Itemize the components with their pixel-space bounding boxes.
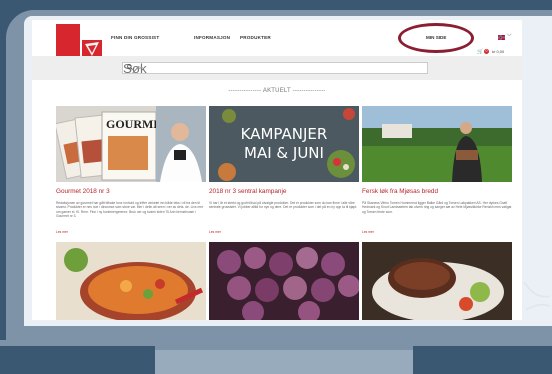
campaign-months: MAI & JUNI	[244, 144, 324, 162]
roasted-vegetables-image	[56, 242, 206, 320]
top-navbar: SPAR GROSSIST FINN DIN GROSSIST INFORMAS…	[32, 20, 522, 58]
chevron-down-icon[interactable]: ⌵	[507, 32, 512, 39]
section-title: --------------- AKTUELT ---------------	[228, 88, 326, 94]
food-image-steak[interactable]	[362, 242, 512, 320]
search-icon	[127, 64, 133, 70]
nav-products[interactable]: PRODUKTER	[240, 35, 271, 40]
food-image-onions[interactable]	[209, 242, 359, 320]
steak-plate-image	[362, 242, 512, 320]
read-more-link[interactable]: Les mer	[362, 230, 374, 234]
norway-flag-icon[interactable]	[498, 35, 505, 40]
nav-information[interactable]: INFORMASJON	[194, 35, 230, 40]
card-excerpt: På Skaness Vifmo Tomen Hummerud ligger B…	[362, 201, 512, 214]
read-more-link[interactable]: Les mer	[56, 230, 68, 234]
search-placeholder: Søk	[136, 65, 144, 70]
browser-screen: SPAR GROSSIST FINN DIN GROSSIST INFORMAS…	[32, 20, 522, 320]
card-excerpt: Redaksjonen av gourmet har gått tilbake …	[56, 201, 204, 219]
farmer-onion-image	[362, 106, 512, 182]
card-image-onion[interactable]	[362, 106, 512, 182]
search-input[interactable]	[122, 62, 428, 74]
logo-line2: GROSSIST	[81, 33, 100, 37]
campaign-image: KAMPANJER MAI & JUNI	[209, 106, 359, 182]
card-image-gourmet[interactable]: GOURMET	[56, 106, 206, 182]
card-title[interactable]: Gourmet 2018 nr 3	[56, 188, 110, 195]
my-page-link[interactable]: MIN SIDE	[426, 35, 446, 40]
read-more-link[interactable]: Les mer	[209, 230, 221, 234]
card-image-campaign[interactable]: KAMPANJER MAI & JUNI	[209, 106, 359, 182]
card-title[interactable]: Fersk løk fra Mjøsas bredd	[362, 188, 438, 195]
campaign-headline: KAMPANJER	[241, 125, 328, 143]
monitor-stand	[155, 346, 413, 374]
cart-count-badge: 0	[484, 49, 489, 54]
food-image-vegetables[interactable]	[56, 242, 206, 320]
decorative-curve-icon	[523, 281, 551, 311]
cart-total[interactable]: kr 0,00	[492, 49, 504, 54]
card-title[interactable]: 2018 nr 3 sentral kampanje	[209, 188, 286, 195]
gourmet-magazines-image: GOURMET	[56, 106, 206, 182]
card-excerpt: Vi har i år et sterkt og godt tilbud på …	[209, 201, 358, 210]
logo-text: SPAR GROSSIST	[81, 29, 103, 37]
brand-logo[interactable]: SPAR GROSSIST	[56, 24, 102, 58]
nav-find-wholesaler[interactable]: FINN DIN GROSSIST	[111, 35, 159, 40]
cart-icon[interactable]: 🛒	[477, 49, 483, 55]
red-onions-image	[209, 242, 359, 320]
